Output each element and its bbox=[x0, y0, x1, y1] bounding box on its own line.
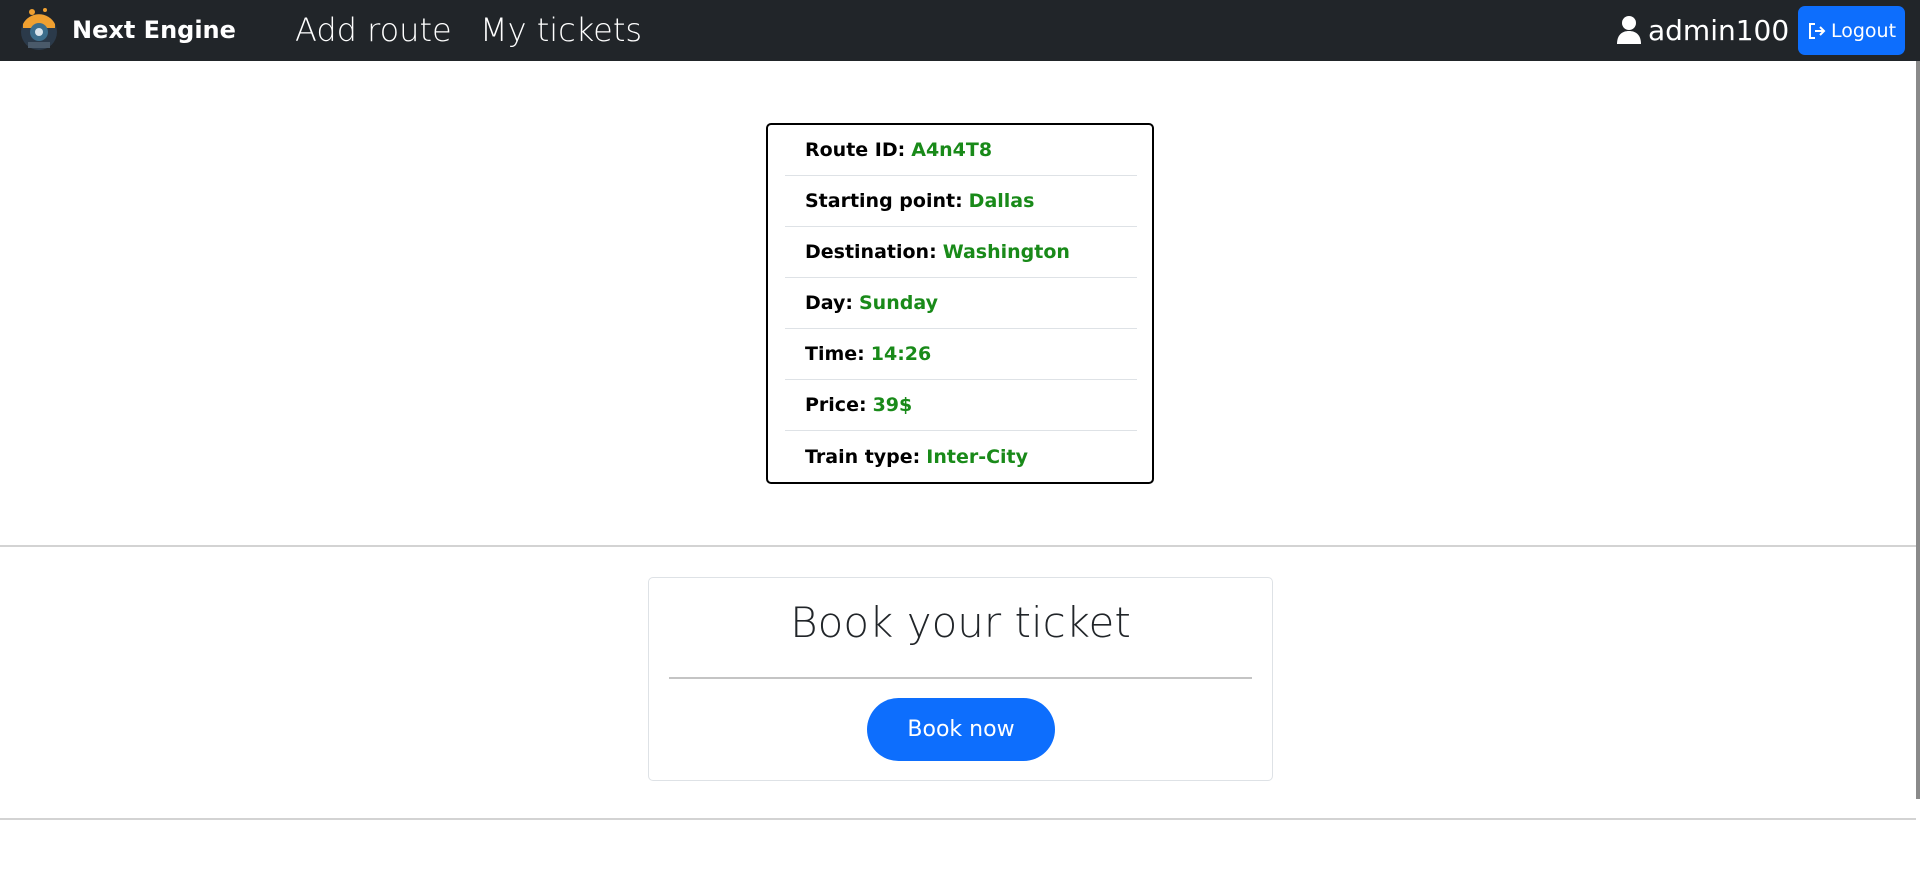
logout-label: Logout bbox=[1830, 19, 1897, 42]
train-type-label: Train type: bbox=[805, 445, 921, 468]
logout-arrow-icon bbox=[1808, 22, 1826, 39]
route-details-card: Route ID: A4n4T8 Starting point: Dallas … bbox=[766, 123, 1154, 484]
user-menu[interactable]: admin100 bbox=[1616, 8, 1789, 52]
starting-point-label: Starting point: bbox=[805, 190, 963, 212]
starting-point-value: Dallas bbox=[968, 190, 1035, 212]
time-value: 14:26 bbox=[870, 343, 932, 365]
destination-value: Washington bbox=[942, 241, 1070, 263]
brand-name: Next Engine bbox=[72, 16, 236, 44]
route-row-id: Route ID: A4n4T8 bbox=[785, 125, 1137, 176]
nav-my-tickets[interactable]: My tickets bbox=[480, 8, 642, 52]
route-id-value: A4n4T8 bbox=[911, 139, 993, 161]
logout-button[interactable]: Logout bbox=[1798, 6, 1905, 55]
route-row-price: Price: 39$ bbox=[785, 380, 1137, 431]
section-divider bbox=[0, 545, 1916, 547]
route-row-train-type: Train type: Inter-City bbox=[785, 431, 1137, 482]
route-id-label: Route ID: bbox=[805, 139, 906, 161]
price-value: 39$ bbox=[872, 394, 913, 416]
booking-card: Book your ticket Book now bbox=[648, 577, 1273, 781]
booking-divider bbox=[669, 677, 1252, 679]
nav-add-route[interactable]: Add route bbox=[295, 8, 452, 52]
booking-title: Book your ticket bbox=[790, 598, 1131, 647]
day-value: Sunday bbox=[859, 292, 938, 314]
route-row-start: Starting point: Dallas bbox=[785, 176, 1137, 227]
day-label: Day: bbox=[805, 292, 853, 314]
book-now-button[interactable]: Book now bbox=[867, 698, 1055, 761]
route-row-destination: Destination: Washington bbox=[785, 227, 1137, 278]
price-label: Price: bbox=[805, 394, 867, 416]
user-icon bbox=[1616, 15, 1642, 45]
page-scrollbar[interactable] bbox=[1916, 61, 1920, 799]
username: admin100 bbox=[1648, 13, 1790, 47]
footer-divider bbox=[0, 818, 1916, 820]
time-label: Time: bbox=[805, 343, 865, 365]
top-navbar: Next Engine Add route My tickets admin10… bbox=[0, 0, 1920, 61]
route-row-day: Day: Sunday bbox=[785, 278, 1137, 329]
destination-label: Destination: bbox=[805, 241, 937, 263]
train-type-value: Inter-City bbox=[926, 445, 1029, 468]
locomotive-logo-icon bbox=[20, 6, 58, 54]
route-row-time: Time: 14:26 bbox=[785, 329, 1137, 380]
brand[interactable]: Next Engine bbox=[20, 4, 236, 56]
